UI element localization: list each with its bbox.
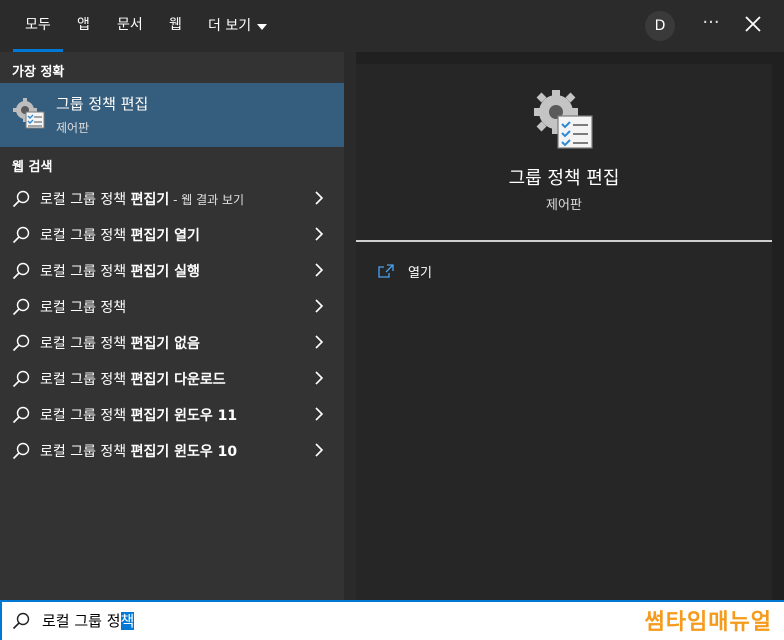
chevron-right-icon[interactable] bbox=[312, 335, 326, 349]
web-result-suffix: - 웹 결과 보기 bbox=[169, 193, 245, 207]
chevron-right-icon[interactable] bbox=[312, 443, 326, 457]
account-avatar[interactable]: D bbox=[645, 11, 675, 41]
preview-pane: 그룹 정책 편집 제어판 열기 bbox=[356, 64, 772, 600]
open-icon bbox=[378, 264, 394, 278]
web-result-bold: 편집기 bbox=[130, 192, 170, 208]
chevron-right-icon[interactable] bbox=[312, 407, 326, 421]
search-icon bbox=[12, 334, 30, 352]
web-result-bold: 편집기 실행 bbox=[130, 264, 200, 280]
top-bar: 모두 앱 문서 웹 더 보기 D ··· bbox=[0, 0, 784, 52]
web-result-text: 로컬 그룹 정책 편집기 없음 bbox=[40, 333, 200, 353]
more-options-button[interactable]: ··· bbox=[700, 13, 722, 37]
search-bar[interactable]: 로컬 그룹 정책 썸타임매뉴얼 bbox=[0, 600, 784, 640]
group-policy-icon bbox=[534, 90, 593, 149]
chevron-right-icon[interactable] bbox=[312, 371, 326, 385]
tab-documents[interactable]: 문서 bbox=[117, 0, 143, 52]
web-result-bold: 편집기 윈도우 10 bbox=[130, 444, 238, 460]
chevron-right-icon[interactable] bbox=[312, 191, 326, 205]
web-result-text: 로컬 그룹 정책 편집기 윈도우 11 bbox=[40, 405, 237, 425]
web-result-bold: 편집기 없음 bbox=[130, 336, 200, 352]
web-search-heading: 웹 검색 bbox=[12, 160, 53, 175]
search-icon bbox=[12, 226, 30, 244]
group-policy-icon bbox=[13, 98, 45, 129]
web-result-item[interactable]: 로컬 그룹 정책 편집기 윈도우 10 bbox=[0, 432, 344, 468]
web-result-normal: 로컬 그룹 정책 bbox=[40, 300, 127, 316]
chevron-right-icon[interactable] bbox=[312, 263, 326, 277]
pane-separator bbox=[344, 52, 356, 600]
watermark-logo: 썸타임매뉴얼 bbox=[644, 610, 772, 635]
web-result-item[interactable]: 로컬 그룹 정책 bbox=[0, 288, 344, 324]
web-result-item[interactable]: 로컬 그룹 정책 편집기 다운로드 bbox=[0, 360, 344, 396]
close-icon[interactable] bbox=[741, 12, 765, 36]
search-icon bbox=[12, 370, 30, 388]
search-icon bbox=[12, 298, 30, 316]
chevron-right-icon[interactable] bbox=[312, 299, 326, 313]
web-result-normal: 로컬 그룹 정책 bbox=[40, 336, 131, 352]
search-icon bbox=[12, 262, 30, 280]
search-icon bbox=[12, 612, 30, 630]
chevron-right-icon[interactable] bbox=[312, 227, 326, 241]
search-icon bbox=[12, 190, 30, 208]
tab-more-label: 더 보기 bbox=[208, 18, 252, 34]
web-result-item[interactable]: 로컬 그룹 정책 편집기 없음 bbox=[0, 324, 344, 360]
web-result-normal: 로컬 그룹 정책 bbox=[40, 372, 131, 388]
web-result-item[interactable]: 로컬 그룹 정책 편집기 - 웹 결과 보기 bbox=[0, 180, 344, 216]
web-result-bold: 편집기 윈도우 11 bbox=[130, 408, 238, 424]
search-input[interactable]: 로컬 그룹 정책 bbox=[42, 610, 135, 631]
web-result-normal: 로컬 그룹 정책 bbox=[40, 264, 131, 280]
web-result-text: 로컬 그룹 정책 편집기 윈도우 10 bbox=[40, 441, 237, 461]
web-result-bold: 편집기 다운로드 bbox=[130, 372, 226, 388]
web-result-normal: 로컬 그룹 정책 bbox=[40, 408, 131, 424]
web-result-text: 로컬 그룹 정책 편집기 다운로드 bbox=[40, 369, 226, 389]
divider bbox=[356, 240, 772, 242]
tab-all[interactable]: 모두 bbox=[13, 0, 63, 52]
web-result-normal: 로컬 그룹 정책 bbox=[40, 444, 131, 460]
preview-title: 그룹 정책 편집 bbox=[508, 168, 620, 189]
web-result-text: 로컬 그룹 정책 편집기 열기 bbox=[40, 225, 200, 245]
web-result-text: 로컬 그룹 정책 bbox=[40, 297, 126, 317]
tab-web[interactable]: 웹 bbox=[169, 0, 182, 52]
results-pane: 가장 정확 그룹 정책 편집 제어판 웹 검색 로컬 그룹 정책 편집기 - 웹… bbox=[0, 52, 344, 600]
best-match-title: 그룹 정책 편집 bbox=[56, 95, 149, 113]
web-result-item[interactable]: 로컬 그룹 정책 편집기 실행 bbox=[0, 252, 344, 288]
web-result-item[interactable]: 로컬 그룹 정책 편집기 윈도우 11 bbox=[0, 396, 344, 432]
chevron-down-icon bbox=[257, 24, 268, 30]
web-result-text: 로컬 그룹 정책 편집기 실행 bbox=[40, 261, 200, 281]
best-match-item[interactable]: 그룹 정책 편집 제어판 bbox=[0, 83, 344, 147]
search-icon bbox=[12, 442, 30, 460]
web-result-bold: 편집기 열기 bbox=[130, 228, 200, 244]
web-result-item[interactable]: 로컬 그룹 정책 편집기 열기 bbox=[0, 216, 344, 252]
web-result-text: 로컬 그룹 정책 편집기 - 웹 결과 보기 bbox=[40, 189, 244, 209]
tab-apps[interactable]: 앱 bbox=[77, 0, 90, 52]
preview-subtitle: 제어판 bbox=[546, 198, 582, 213]
tab-more[interactable]: 더 보기 bbox=[208, 0, 268, 52]
web-result-normal: 로컬 그룹 정책 bbox=[40, 192, 131, 208]
search-query-selection: 책 bbox=[120, 612, 135, 630]
open-action[interactable]: 열기 bbox=[378, 260, 432, 282]
search-query-text: 로컬 그룹 정 bbox=[42, 612, 121, 630]
open-action-label: 열기 bbox=[408, 265, 432, 281]
best-match-heading: 가장 정확 bbox=[12, 65, 65, 80]
best-match-subtitle: 제어판 bbox=[56, 121, 90, 135]
web-result-normal: 로컬 그룹 정책 bbox=[40, 228, 131, 244]
search-icon bbox=[12, 406, 30, 424]
